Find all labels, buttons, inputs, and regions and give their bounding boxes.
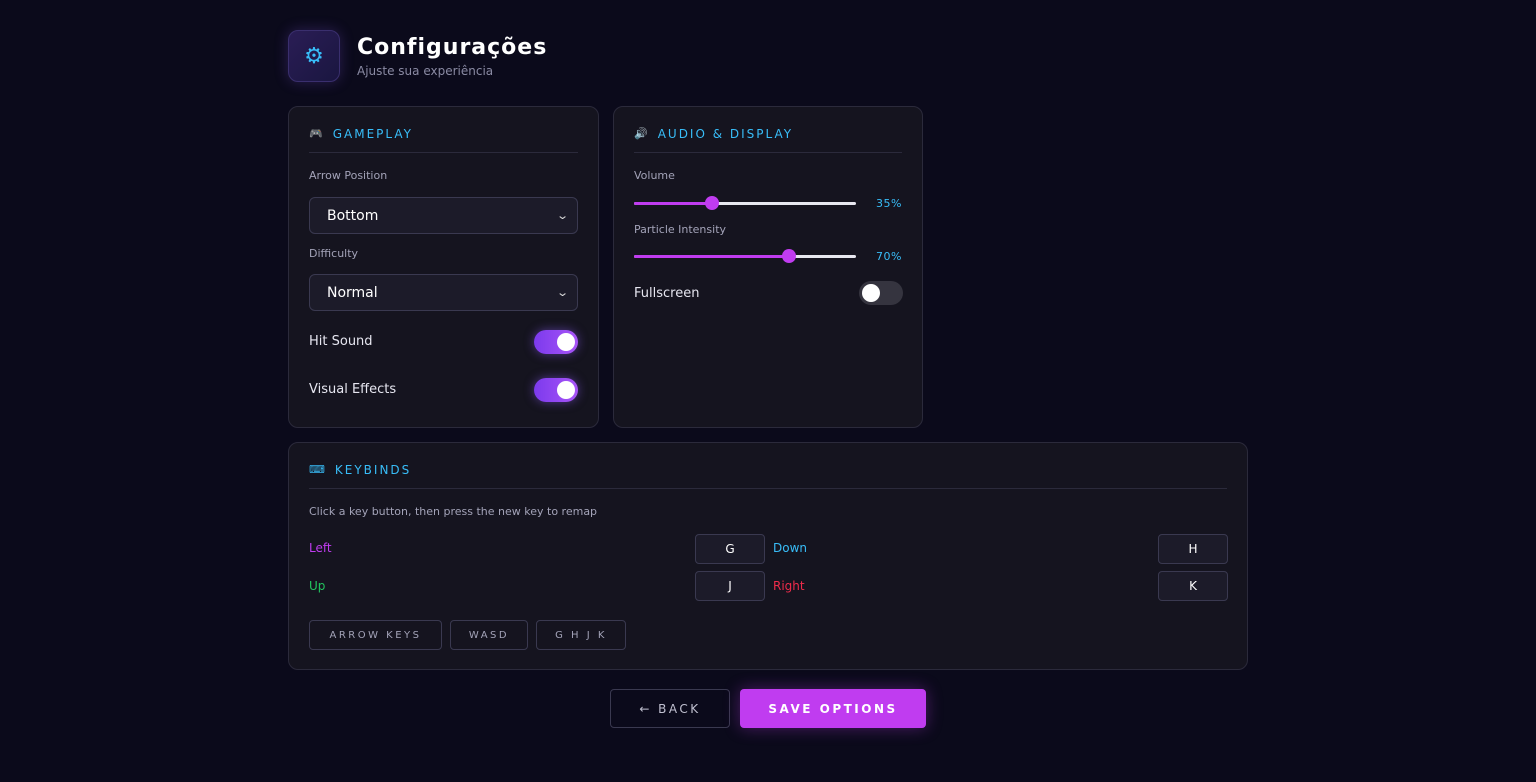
gameplay-title: 🎮 GAMEPLAY	[309, 127, 578, 153]
volume-label: Volume	[634, 169, 675, 182]
volume-slider-thumb[interactable]	[704, 196, 719, 210]
page-title: Configurações	[357, 34, 548, 60]
preset-ghjk-button[interactable]: G H J K	[536, 620, 626, 650]
chevron-down-icon: ⌄	[555, 286, 569, 299]
keybind-right-label: Right	[773, 579, 805, 593]
visual-effects-toggle[interactable]	[534, 378, 578, 402]
keybind-left-button[interactable]: G	[695, 534, 765, 564]
difficulty-select[interactable]: Normal ⌄	[309, 274, 578, 311]
gear-icon: ⚙	[288, 30, 340, 82]
volume-slider[interactable]	[634, 196, 856, 210]
back-button[interactable]: ← BACK	[610, 689, 730, 728]
fullscreen-label: Fullscreen	[634, 286, 700, 301]
page-header: ⚙ Configurações Ajuste sua experiência	[288, 30, 547, 82]
arrow-position-select[interactable]: Bottom ⌄	[309, 197, 578, 234]
arrow-position-label: Arrow Position	[309, 169, 388, 182]
save-options-button[interactable]: SAVE OPTIONS	[740, 689, 926, 728]
preset-wasd-button[interactable]: WASD	[450, 620, 528, 650]
keybind-down-label: Down	[773, 541, 808, 555]
keybinds-title: ⌨ KEYBINDS	[309, 463, 1227, 489]
volume-value: 35%	[876, 197, 902, 210]
keyboard-icon: ⌨	[309, 463, 327, 476]
hit-sound-toggle[interactable]	[534, 330, 578, 354]
gameplay-card: 🎮 GAMEPLAY Arrow Position Bottom ⌄ Diffi…	[288, 106, 599, 428]
gamepad-icon: 🎮	[309, 127, 325, 140]
keybind-left-label: Left	[309, 541, 332, 555]
audio-display-title: 🔊 AUDIO & DISPLAY	[634, 127, 902, 153]
particle-intensity-slider[interactable]	[634, 249, 856, 263]
keybind-right-button[interactable]: K	[1158, 571, 1228, 601]
chevron-down-icon: ⌄	[555, 209, 569, 222]
particle-slider-thumb[interactable]	[782, 249, 797, 263]
particle-intensity-value: 70%	[876, 250, 902, 263]
keybinds-hint: Click a key button, then press the new k…	[309, 505, 598, 518]
audio-display-card: 🔊 AUDIO & DISPLAY Volume 35% Particle In…	[613, 106, 923, 428]
visual-effects-label: Visual Effects	[309, 382, 397, 397]
particle-intensity-label: Particle Intensity	[634, 223, 727, 236]
speaker-icon: 🔊	[634, 127, 650, 140]
keybind-up-label: Up	[309, 579, 326, 593]
fullscreen-toggle[interactable]	[859, 281, 903, 305]
page-subtitle: Ajuste sua experiência	[357, 63, 494, 78]
keybinds-card: ⌨ KEYBINDS Click a key button, then pres…	[288, 442, 1248, 670]
keybind-up-button[interactable]: J	[695, 571, 765, 601]
keybind-down-button[interactable]: H	[1158, 534, 1228, 564]
difficulty-label: Difficulty	[309, 247, 359, 260]
hit-sound-label: Hit Sound	[309, 334, 373, 349]
preset-arrow-keys-button[interactable]: ARROW KEYS	[309, 620, 442, 650]
